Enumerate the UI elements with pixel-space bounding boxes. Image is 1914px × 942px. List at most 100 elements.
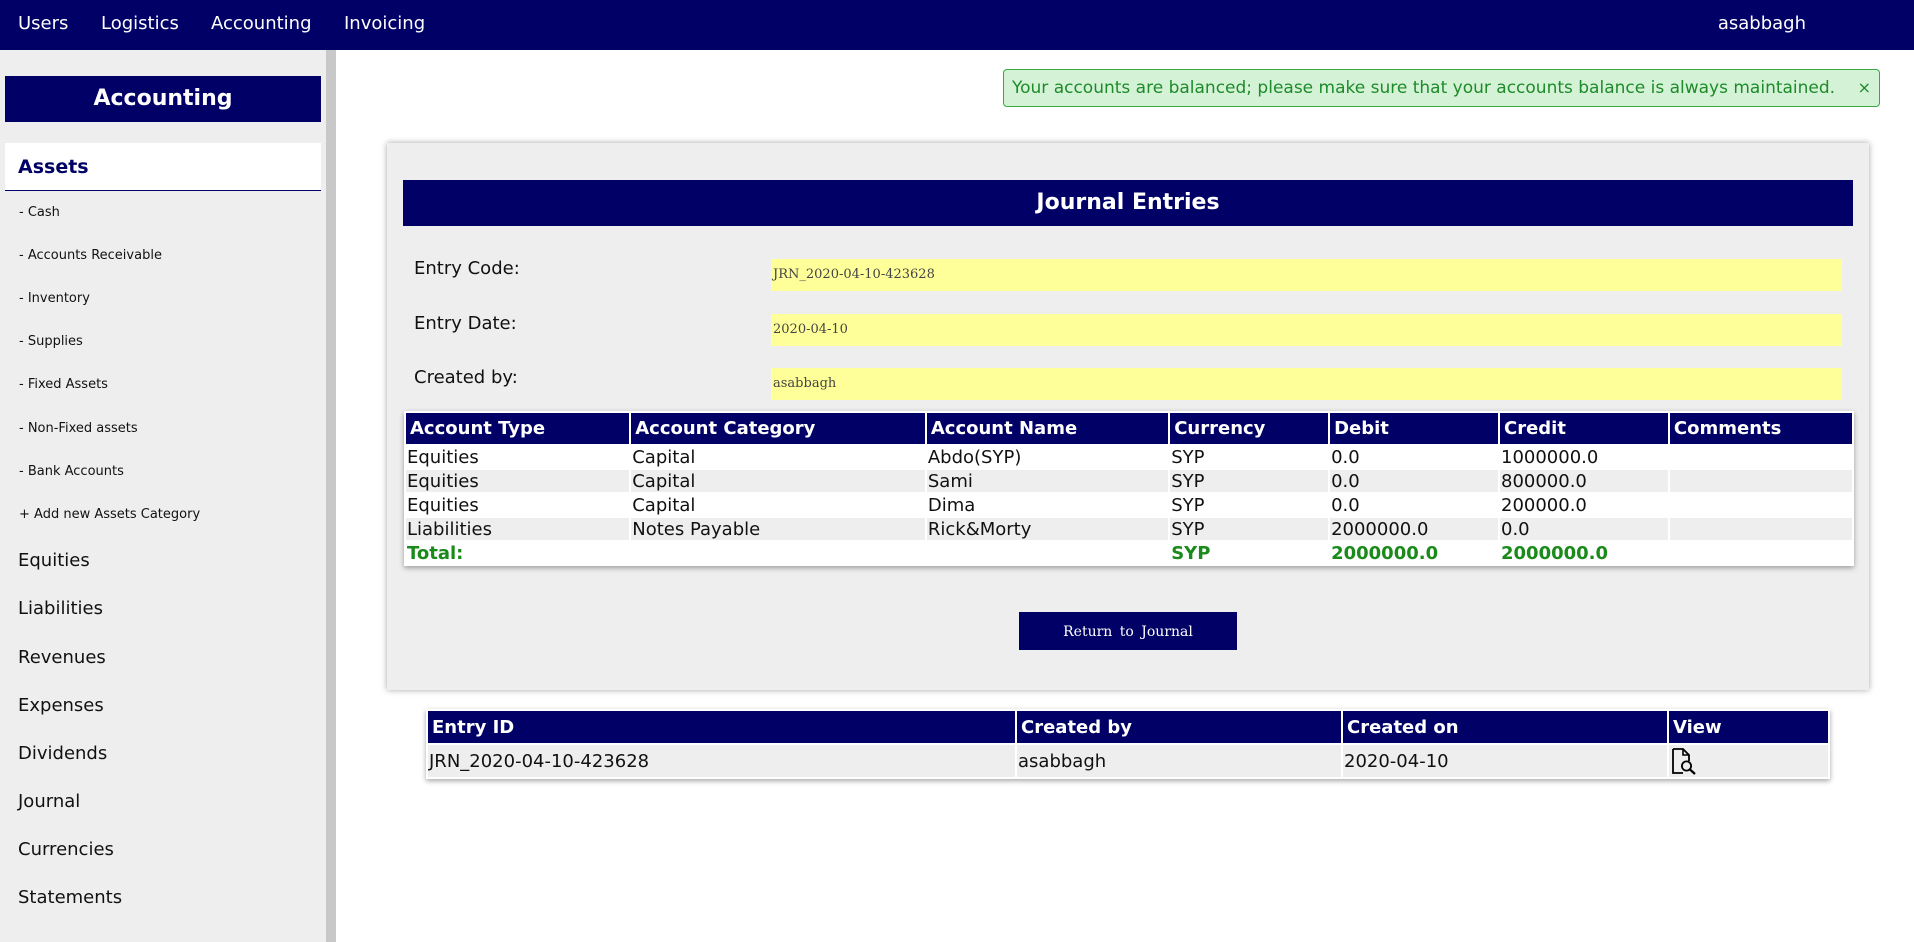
sidebar-item-liabilities[interactable]: Liabilities — [18, 598, 103, 619]
sidebar-subitem-fixed-assets[interactable]: - Fixed Assets — [19, 377, 108, 392]
sidebar-subitem-non-fixed-assets[interactable]: - Non-Fixed assets — [19, 421, 138, 436]
table-cell: SYP — [1170, 446, 1329, 468]
table-cell: Abdo(SYP) — [926, 446, 1169, 468]
created-on-cell: 2020-04-10 — [1343, 745, 1667, 777]
nav-users[interactable]: Users — [18, 0, 68, 50]
table-cell: Capital — [631, 470, 925, 492]
total-debit: 2000000.0 — [1330, 542, 1498, 564]
table-cell: 800000.0 — [1500, 470, 1668, 492]
nav-invoicing[interactable]: Invoicing — [344, 0, 425, 50]
table-cell: 2000000.0 — [1330, 518, 1498, 540]
sidebar-item-assets[interactable]: Assets — [5, 143, 321, 191]
entry-date-field: 2020-04-10 — [771, 314, 1842, 346]
column-header: Account Name — [926, 413, 1169, 444]
table-cell — [1669, 542, 1852, 564]
view-cell — [1669, 745, 1828, 777]
column-header: Currency — [1170, 413, 1329, 444]
add-assets-category-link[interactable]: + Add new Assets Category — [19, 507, 200, 522]
table-cell: Notes Payable — [631, 518, 925, 540]
sidebar-item-currencies[interactable]: Currencies — [18, 839, 114, 860]
table-cell: 1000000.0 — [1500, 446, 1668, 468]
sidebar-scrollbar[interactable] — [326, 50, 336, 942]
table-cell: Liabilities — [406, 518, 630, 540]
sidebar-subitem-accounts-receivable[interactable]: - Accounts Receivable — [19, 248, 162, 263]
nav-logistics[interactable]: Logistics — [101, 0, 179, 50]
journal-entry-panel: Journal Entries Entry Code: JRN_2020-04-… — [387, 143, 1869, 690]
return-to-journal-button[interactable]: Return to Journal — [1019, 612, 1237, 650]
sidebar-item-journal[interactable]: Journal — [18, 791, 80, 812]
sidebar-item-expenses[interactable]: Expenses — [18, 695, 104, 716]
entry-id-cell: JRN_2020-04-10-423628 — [428, 745, 1015, 777]
entry-code-label: Entry Code: — [414, 258, 520, 279]
table-cell — [631, 542, 925, 564]
table-cell: SYP — [1170, 518, 1329, 540]
table-row: Equities Capital Dima SYP 0.0 200000.0 — [406, 494, 1852, 516]
table-cell: Sami — [926, 470, 1169, 492]
table-header-row: Account Type Account Category Account Na… — [406, 413, 1852, 444]
entry-date-label: Entry Date: — [414, 313, 517, 334]
table-row: Liabilities Notes Payable Rick&Morty SYP… — [406, 518, 1852, 540]
table-cell — [1669, 518, 1852, 540]
column-header: Created on — [1343, 711, 1667, 743]
table-cell: 0.0 — [1330, 446, 1498, 468]
created-by-cell: asabbagh — [1017, 745, 1341, 777]
table-cell: Capital — [631, 494, 925, 516]
table-cell: Dima — [926, 494, 1169, 516]
table-row[interactable]: JRN_2020-04-10-423628 asabbagh 2020-04-1… — [428, 745, 1828, 777]
sidebar-item-label: Assets — [18, 156, 89, 178]
sidebar-item-dividends[interactable]: Dividends — [18, 743, 107, 764]
table-cell: SYP — [1170, 470, 1329, 492]
total-row: Total: SYP 2000000.0 2000000.0 — [406, 542, 1852, 564]
table-cell: 0.0 — [1500, 518, 1668, 540]
column-header: Debit — [1330, 413, 1498, 444]
column-header: View — [1669, 711, 1828, 743]
journal-lines-table: Account Type Account Category Account Na… — [404, 411, 1854, 566]
table-cell: Equities — [406, 494, 630, 516]
table-cell: Capital — [631, 446, 925, 468]
sidebar-subitem-supplies[interactable]: - Supplies — [19, 334, 83, 349]
table-cell: 0.0 — [1330, 494, 1498, 516]
table-row: Equities Capital Abdo(SYP) SYP 0.0 10000… — [406, 446, 1852, 468]
table-cell — [926, 542, 1169, 564]
total-credit: 2000000.0 — [1500, 542, 1668, 564]
document-search-icon[interactable] — [1670, 747, 1698, 775]
created-by-label: Created by: — [414, 367, 518, 388]
table-cell: Equities — [406, 470, 630, 492]
table-cell: 0.0 — [1330, 470, 1498, 492]
column-header: Account Category — [631, 413, 925, 444]
total-label: Total: — [406, 542, 630, 564]
panel-title: Journal Entries — [403, 180, 1853, 226]
balance-alert: Your accounts are balanced; please make … — [1003, 69, 1880, 107]
table-cell: 200000.0 — [1500, 494, 1668, 516]
close-icon[interactable]: × — [1858, 70, 1871, 106]
column-header: Credit — [1500, 413, 1668, 444]
created-by-field: asabbagh — [771, 368, 1842, 400]
table-row: Equities Capital Sami SYP 0.0 800000.0 — [406, 470, 1852, 492]
table-cell — [1669, 446, 1852, 468]
column-header: Account Type — [406, 413, 630, 444]
alert-message: Your accounts are balanced; please make … — [1012, 78, 1836, 98]
sidebar: Accounting Assets - Cash - Accounts Rece… — [0, 50, 326, 942]
entry-code-field: JRN_2020-04-10-423628 — [771, 259, 1842, 291]
table-cell: Rick&Morty — [926, 518, 1169, 540]
total-currency: SYP — [1170, 542, 1329, 564]
sidebar-subitem-inventory[interactable]: - Inventory — [19, 291, 90, 306]
top-navbar: Users Logistics Accounting Invoicing asa… — [0, 0, 1914, 50]
table-cell: Equities — [406, 446, 630, 468]
table-cell — [1669, 494, 1852, 516]
table-header-row: Entry ID Created by Created on View — [428, 711, 1828, 743]
column-header: Created by — [1017, 711, 1341, 743]
sidebar-item-equities[interactable]: Equities — [18, 550, 90, 571]
table-cell — [1669, 470, 1852, 492]
journal-entries-list: Entry ID Created by Created on View JRN_… — [426, 709, 1830, 779]
sidebar-subitem-cash[interactable]: - Cash — [19, 205, 60, 220]
nav-accounting[interactable]: Accounting — [211, 0, 312, 50]
sidebar-item-statements[interactable]: Statements — [18, 887, 122, 908]
sidebar-item-revenues[interactable]: Revenues — [18, 647, 106, 668]
column-header: Entry ID — [428, 711, 1015, 743]
sidebar-subitem-bank-accounts[interactable]: - Bank Accounts — [19, 464, 124, 479]
current-user[interactable]: asabbagh — [1718, 0, 1806, 50]
sidebar-title: Accounting — [5, 76, 321, 122]
column-header: Comments — [1669, 413, 1852, 444]
table-cell: SYP — [1170, 494, 1329, 516]
